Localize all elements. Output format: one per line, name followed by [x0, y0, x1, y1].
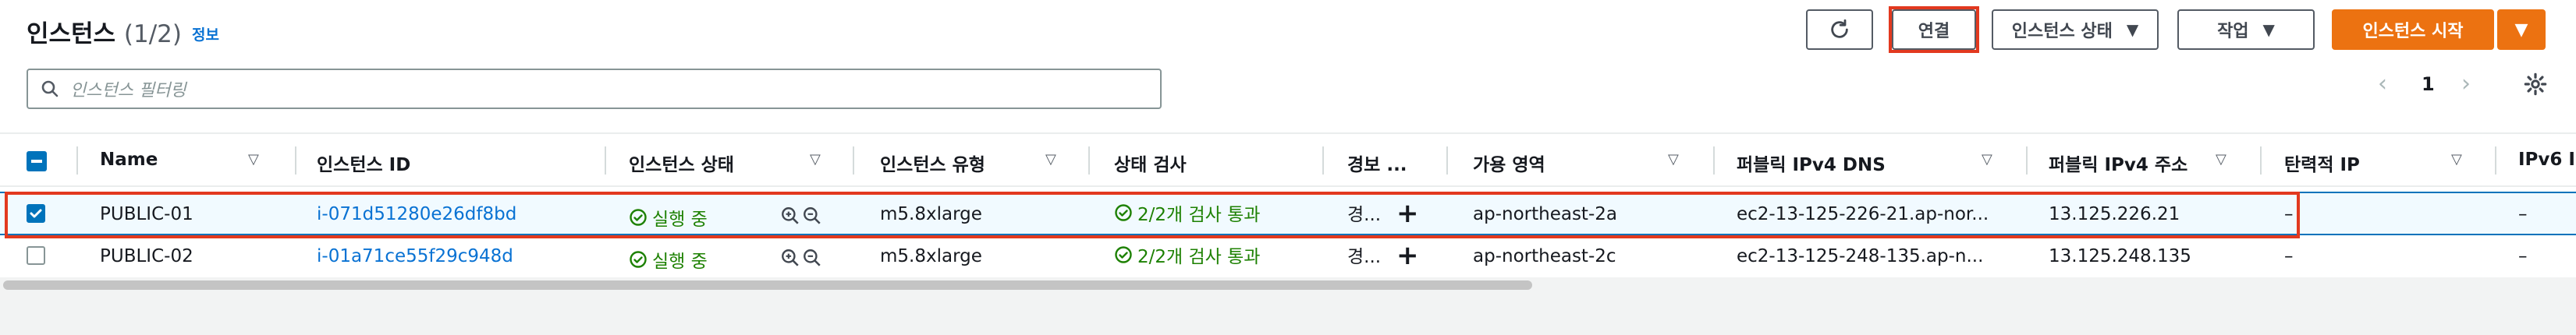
- horizontal-scrollbar-thumb[interactable]: [3, 280, 1532, 290]
- instance-state: 실행 중: [629, 246, 708, 273]
- selected-row-highlight-box: [5, 192, 2300, 238]
- column-divider: [295, 146, 296, 175]
- connect-highlight-box: [1889, 6, 1979, 53]
- current-page-number[interactable]: 1: [2422, 73, 2435, 95]
- launch-instances-button[interactable]: 인스턴스 시작: [2332, 9, 2494, 50]
- row-checkbox[interactable]: [27, 246, 45, 265]
- search-placeholder: 인스턴스 필터링: [70, 81, 186, 100]
- column-divider: [1713, 146, 1715, 175]
- column-header-instance-state[interactable]: 인스턴스 상태: [629, 150, 734, 176]
- column-header-availability-zone[interactable]: 가용 영역: [1473, 150, 1545, 176]
- ipv6: –: [2518, 246, 2528, 266]
- table-footer-area: [0, 291, 2576, 335]
- column-header-elastic-ip[interactable]: 탄력적 IP: [2284, 150, 2360, 176]
- column-divider: [76, 146, 78, 175]
- add-alarm-plus-icon[interactable]: +: [1396, 240, 1419, 271]
- column-divider: [1446, 146, 1448, 175]
- actions-label: 작업: [2217, 22, 2249, 41]
- status-check: 2/2개 검사 통과: [1114, 242, 1260, 268]
- column-divider: [1322, 146, 1324, 175]
- sort-icon[interactable]: ▽: [1982, 151, 1992, 168]
- instance-state-label: 인스턴스 상태: [2011, 22, 2113, 41]
- selection-count: (1/2): [123, 20, 182, 48]
- alarm-status: 경...: [1347, 247, 1382, 267]
- column-divider: [605, 146, 606, 175]
- ipv6: –: [2518, 204, 2528, 224]
- instance-id-link[interactable]: i-01a71ce55f29c948d: [317, 246, 513, 266]
- info-link[interactable]: 정보: [192, 23, 219, 44]
- caret-down-icon: ▼: [2514, 19, 2528, 40]
- sort-icon[interactable]: ▽: [2216, 151, 2227, 168]
- column-header-instance-type[interactable]: 인스턴스 유형: [880, 150, 985, 176]
- column-header-status-check[interactable]: 상태 검사: [1114, 150, 1187, 176]
- gear-icon[interactable]: [2523, 72, 2548, 100]
- sort-icon[interactable]: ▽: [248, 151, 259, 168]
- instance-state-dropdown[interactable]: 인스턴스 상태 ▼: [1992, 9, 2159, 50]
- page-title: 인스턴스 (1/2): [27, 14, 182, 49]
- sort-icon[interactable]: ▽: [1668, 151, 1679, 168]
- column-header-public-dns[interactable]: 퍼블릭 IPv4 DNS: [1737, 150, 1886, 176]
- instance-name: PUBLIC-02: [100, 246, 193, 266]
- instance-state-text: 실행 중: [652, 252, 708, 272]
- next-page-icon[interactable]: ›: [2461, 70, 2471, 97]
- sort-icon[interactable]: ▽: [810, 151, 821, 168]
- table-header: Name ▽ 인스턴스 ID 인스턴스 상태 ▽ 인스턴스 유형 ▽ 상태 검사…: [0, 132, 2576, 187]
- column-header-name[interactable]: Name: [100, 150, 158, 170]
- public-ipv4: 13.125.248.135: [2049, 246, 2191, 266]
- elastic-ip: –: [2284, 246, 2294, 266]
- column-divider: [2495, 146, 2496, 175]
- check-circle-icon: [1115, 246, 1132, 263]
- public-dns: ec2-13-125-248-135.ap-n...: [1737, 246, 1984, 266]
- caret-down-icon: ▼: [2126, 20, 2139, 39]
- column-header-alarm-status[interactable]: 경보 ...: [1347, 150, 1407, 176]
- sort-icon[interactable]: ▽: [1045, 151, 1056, 168]
- instance-filter-input[interactable]: 인스턴스 필터링: [27, 69, 1162, 109]
- actions-dropdown[interactable]: 작업 ▼: [2177, 9, 2315, 50]
- check-circle-icon: [630, 251, 647, 268]
- column-header-ipv6[interactable]: IPv6 I: [2518, 150, 2575, 170]
- instance-type: m5.8xlarge: [880, 246, 982, 266]
- launch-options-dropdown[interactable]: ▼: [2497, 9, 2546, 50]
- zoom-in-icon[interactable]: [780, 248, 800, 268]
- column-divider: [2026, 146, 2028, 175]
- refresh-button[interactable]: [1806, 9, 1873, 50]
- zoom-out-icon[interactable]: [802, 248, 822, 268]
- column-divider: [1088, 146, 1090, 175]
- availability-zone: ap-northeast-2c: [1473, 246, 1616, 266]
- column-divider: [2260, 146, 2262, 175]
- previous-page-icon[interactable]: ‹: [2378, 70, 2387, 97]
- refresh-icon: [1831, 19, 1848, 38]
- zoom-controls: [780, 248, 822, 268]
- sort-icon[interactable]: ▽: [2451, 151, 2462, 168]
- column-header-instance-id[interactable]: 인스턴스 ID: [317, 150, 410, 176]
- select-all-checkbox[interactable]: [27, 151, 47, 171]
- column-divider: [853, 146, 854, 175]
- status-check-text: 2/2개 검사 통과: [1137, 247, 1261, 267]
- column-header-public-ipv4[interactable]: 퍼블릭 IPv4 주소: [2049, 150, 2187, 176]
- page-title-text: 인스턴스: [27, 20, 116, 48]
- table-row[interactable]: PUBLIC-02 i-01a71ce55f29c948d 실행 중 m5.8x…: [0, 235, 2576, 279]
- caret-down-icon: ▼: [2262, 20, 2275, 39]
- search-icon: [41, 80, 59, 97]
